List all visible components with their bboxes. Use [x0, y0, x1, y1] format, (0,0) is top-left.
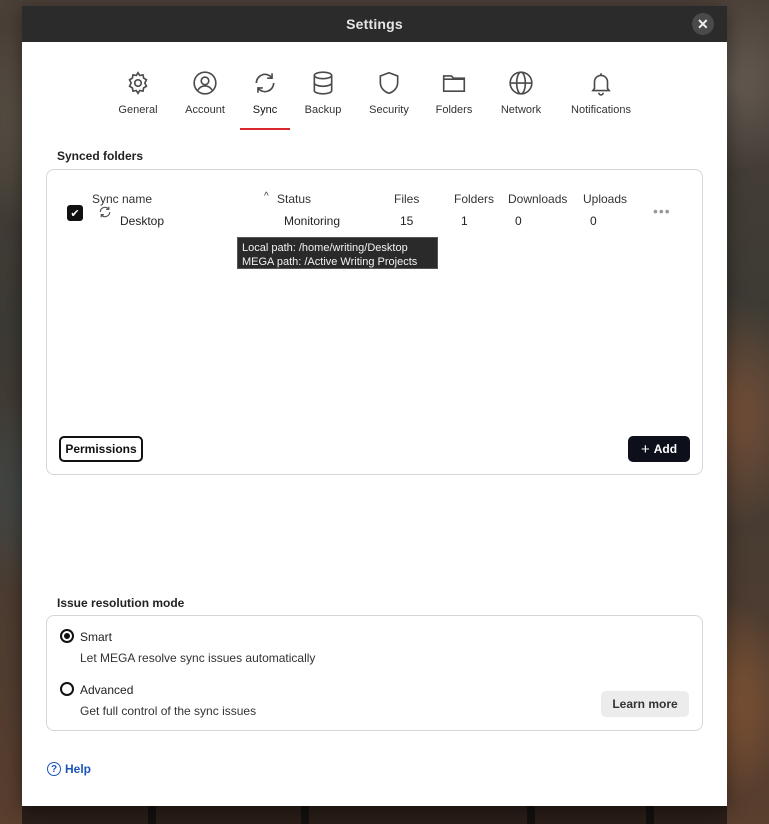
folders-cell: 1: [461, 214, 468, 228]
tab-folders[interactable]: Folders: [434, 42, 474, 132]
add-button-label: Add: [653, 442, 678, 456]
sort-ascending-icon: ^: [264, 191, 269, 202]
tab-label: Notifications: [571, 104, 631, 116]
tab-backup[interactable]: Backup: [302, 42, 344, 132]
tab-label: Account: [185, 104, 225, 116]
tab-label: Folders: [435, 104, 473, 116]
smart-mode-label[interactable]: Smart: [80, 630, 112, 644]
column-header-uploads[interactable]: Uploads: [583, 192, 627, 206]
tab-label: Network: [500, 104, 542, 116]
sync-enabled-checkbox[interactable]: ✔: [67, 205, 83, 221]
learn-more-button[interactable]: Learn more: [601, 691, 689, 717]
desktop-background-strip: [22, 806, 727, 824]
add-sync-button[interactable]: + Add: [628, 436, 690, 462]
smart-mode-radio[interactable]: [60, 629, 74, 643]
downloads-cell: 0: [515, 214, 522, 228]
plus-icon: +: [640, 440, 650, 458]
help-icon: ?: [47, 762, 61, 776]
column-header-sync-name[interactable]: Sync name: [92, 192, 152, 206]
tab-label: Security: [369, 104, 409, 116]
files-cell: 15: [400, 214, 414, 228]
gear-icon: [123, 68, 153, 98]
account-icon: [190, 68, 220, 98]
advanced-mode-label[interactable]: Advanced: [80, 683, 133, 697]
globe-icon: [506, 68, 536, 98]
close-button[interactable]: ✕: [692, 13, 714, 35]
settings-tabs: General Account Sync Backup Security Fol…: [22, 42, 727, 132]
column-header-status[interactable]: Status: [277, 192, 311, 206]
tab-label: General: [118, 104, 158, 116]
path-tooltip: Local path: /home/writing/Desktop MEGA p…: [237, 237, 438, 269]
sync-icon: [250, 68, 280, 98]
tab-notifications[interactable]: Notifications: [571, 42, 631, 132]
advanced-mode-description: Get full control of the sync issues: [80, 704, 257, 718]
tab-general[interactable]: General: [118, 42, 158, 132]
row-menu-icon[interactable]: •••: [653, 204, 670, 218]
settings-window: Settings ✕ General Account Sync Backup S…: [22, 6, 727, 806]
column-header-folders[interactable]: Folders: [454, 192, 494, 206]
folder-icon: [439, 68, 469, 98]
uploads-cell: 0: [590, 214, 597, 228]
help-link[interactable]: ? Help: [47, 762, 91, 776]
help-label: Help: [65, 762, 92, 776]
smart-mode-description: Let MEGA resolve sync issues automatical…: [80, 651, 316, 665]
issue-resolution-title: Issue resolution mode: [57, 596, 185, 610]
tooltip-local-path: Local path: /home/writing/Desktop: [242, 242, 408, 254]
tab-network[interactable]: Network: [498, 42, 544, 132]
close-icon: ✕: [697, 16, 709, 32]
tab-account[interactable]: Account: [185, 42, 225, 132]
window-title: Settings: [346, 16, 403, 32]
tab-sync[interactable]: Sync: [240, 42, 290, 132]
tab-security[interactable]: Security: [368, 42, 410, 132]
column-header-files[interactable]: Files: [394, 192, 419, 206]
database-icon: [308, 68, 338, 98]
window-titlebar[interactable]: Settings ✕: [22, 6, 727, 42]
active-tab-indicator: [240, 128, 290, 130]
sync-status-icon: [98, 205, 112, 222]
synced-folders-title: Synced folders: [57, 149, 144, 163]
tab-label: Backup: [304, 104, 342, 116]
column-header-downloads[interactable]: Downloads: [508, 192, 567, 206]
status-cell: Monitoring: [284, 214, 341, 228]
advanced-mode-radio[interactable]: [60, 682, 74, 696]
tooltip-mega-path: MEGA path: /Active Writing Projects: [242, 256, 418, 268]
sync-name-cell: Desktop: [120, 214, 165, 228]
tab-label: Sync: [252, 104, 278, 116]
bell-icon: [586, 68, 616, 98]
permissions-button[interactable]: Permissions: [59, 436, 143, 462]
shield-icon: [374, 68, 404, 98]
